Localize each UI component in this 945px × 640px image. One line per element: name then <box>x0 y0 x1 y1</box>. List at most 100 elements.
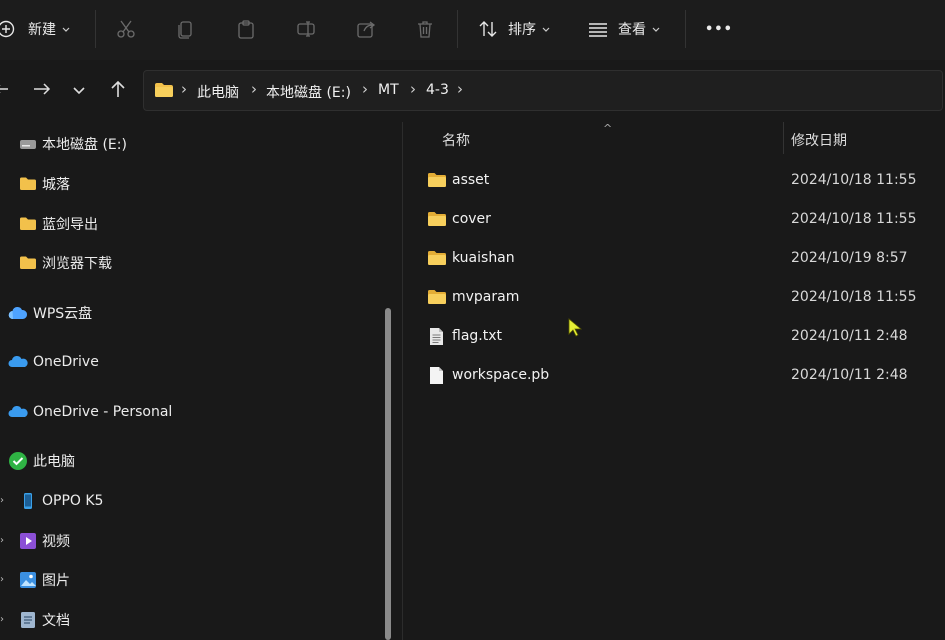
chevron-right-icon[interactable]: › <box>0 574 4 585</box>
file-date: 2024/10/19 8:57 <box>791 250 908 266</box>
sidebar-item-onedrive[interactable]: OneDrive <box>0 347 380 377</box>
sidebar-item-oppo-k5[interactable]: › OPPO K5 <box>0 486 380 516</box>
sidebar-item-chengluo[interactable]: 城落 <box>0 169 380 199</box>
file-row-flag-txt[interactable]: flag.txt 2024/10/11 2:48 <box>403 318 945 356</box>
scissors-icon <box>116 19 136 39</box>
video-icon <box>18 531 38 551</box>
more-options-button[interactable]: ••• <box>705 14 733 44</box>
rename-button[interactable] <box>296 14 316 44</box>
back-button[interactable] <box>0 78 14 104</box>
file-name: workspace.pb <box>452 367 550 383</box>
file-name: kuaishan <box>452 250 515 266</box>
arrow-up-icon <box>110 80 126 102</box>
column-header-name[interactable]: 名称 <box>442 130 470 150</box>
file-name: cover <box>452 211 491 227</box>
new-button[interactable]: 新建 <box>0 14 70 44</box>
sidebar-item-videos[interactable]: › 视频 <box>0 526 380 556</box>
view-button-label: 查看 <box>618 22 646 38</box>
address-bar[interactable]: › 此电脑 › 本地磁盘 (E:) › MT › 4-3 › <box>143 70 943 111</box>
chevron-right-icon[interactable]: › <box>0 495 4 506</box>
file-date: 2024/10/11 2:48 <box>791 367 908 383</box>
file-name: flag.txt <box>452 328 502 344</box>
chevron-down-icon <box>542 21 550 37</box>
sidebar-item-browser-downloads[interactable]: 浏览器下载 <box>0 248 380 278</box>
cloud-icon <box>8 303 28 323</box>
sort-arrows-icon <box>478 19 498 39</box>
sidebar-item-label: 此电脑 <box>33 454 75 470</box>
file-date: 2024/10/11 2:48 <box>791 328 908 344</box>
folder-icon <box>427 211 447 231</box>
sidebar-item-label: OneDrive - Personal <box>33 404 173 420</box>
delete-button[interactable] <box>415 14 435 44</box>
file-name: asset <box>452 172 490 188</box>
sidebar-item-onedrive-personal[interactable]: OneDrive - Personal <box>0 397 380 427</box>
sidebar-item-label: 蓝剑导出 <box>42 217 98 233</box>
recent-locations-button[interactable] <box>67 78 91 104</box>
breadcrumb-mt[interactable]: MT <box>378 82 399 98</box>
chevron-down-icon <box>62 21 70 37</box>
more-options-icon: ••• <box>705 21 733 37</box>
folder-icon <box>18 253 38 273</box>
sidebar-item-wps-cloud[interactable]: WPS云盘 <box>0 298 380 328</box>
breadcrumb-separator-icon: › <box>362 80 368 98</box>
sidebar-item-label: 视频 <box>42 534 70 550</box>
sidebar-item-label: 文档 <box>42 613 70 629</box>
sidebar-item-pictures[interactable]: › 图片 <box>0 565 380 595</box>
text-file-icon <box>429 327 444 350</box>
sidebar-item-label: 浏览器下载 <box>42 256 112 272</box>
file-row-workspace-pb[interactable]: workspace.pb 2024/10/11 2:48 <box>403 357 945 395</box>
file-list: ^ 名称 修改日期 asset 2024/10/18 11:55 cover 2… <box>403 122 945 640</box>
up-button[interactable] <box>106 78 130 104</box>
rename-icon <box>296 19 316 39</box>
sidebar-scrollbar[interactable] <box>385 308 391 640</box>
navigation-pane: 本地磁盘 (E:) 城落 蓝剑导出 浏览器下载 WPS云盘 OneDrive O… <box>0 122 398 640</box>
sort-button[interactable]: 排序 <box>478 14 550 44</box>
sort-ascending-icon: ^ <box>603 122 613 135</box>
onedrive-icon <box>8 352 28 372</box>
folder-icon <box>154 82 174 102</box>
new-button-label: 新建 <box>28 22 56 38</box>
toolbar-divider <box>95 10 96 48</box>
sidebar-item-documents[interactable]: › 文档 <box>0 605 380 635</box>
folder-icon <box>427 250 447 270</box>
column-divider[interactable] <box>783 122 784 154</box>
view-button[interactable]: 查看 <box>588 14 660 44</box>
chevron-right-icon[interactable]: › <box>0 535 4 546</box>
forward-button[interactable] <box>30 78 54 104</box>
sidebar-item-label: WPS云盘 <box>33 306 93 322</box>
arrow-left-icon <box>0 81 10 101</box>
file-row-asset[interactable]: asset 2024/10/18 11:55 <box>403 162 945 200</box>
breadcrumb-drive-e[interactable]: 本地磁盘 (E:) <box>266 82 351 102</box>
file-row-mvparam[interactable]: mvparam 2024/10/18 11:55 <box>403 279 945 317</box>
paste-button[interactable] <box>236 14 256 44</box>
sidebar-item-drive-e[interactable]: 本地磁盘 (E:) <box>0 129 380 159</box>
breadcrumb-separator-icon: › <box>457 80 463 98</box>
share-button[interactable] <box>356 14 376 44</box>
chevron-right-icon[interactable]: › <box>0 614 4 625</box>
sidebar-item-this-pc[interactable]: 此电脑 <box>0 446 380 476</box>
cut-button[interactable] <box>116 14 136 44</box>
folder-icon <box>18 174 38 194</box>
document-icon <box>18 610 38 630</box>
breadcrumb-separator-icon: › <box>181 80 187 98</box>
copy-icon <box>176 19 196 39</box>
file-date: 2024/10/18 11:55 <box>791 289 917 305</box>
copy-button[interactable] <box>176 14 196 44</box>
sidebar-item-lanjian-export[interactable]: 蓝剑导出 <box>0 209 380 239</box>
sidebar-item-label: OneDrive <box>33 354 99 370</box>
command-bar: 新建 排序 查看 ••• <box>0 0 945 61</box>
breadcrumb-this-pc[interactable]: 此电脑 <box>197 82 239 102</box>
breadcrumb-4-3[interactable]: 4-3 <box>426 82 449 98</box>
file-row-cover[interactable]: cover 2024/10/18 11:55 <box>403 201 945 239</box>
trash-icon <box>415 19 435 39</box>
arrow-right-icon <box>33 81 51 101</box>
file-name: mvparam <box>452 289 520 305</box>
sidebar-item-label: 城落 <box>42 177 70 193</box>
check-circle-icon <box>8 451 28 471</box>
chevron-down-icon <box>73 83 85 99</box>
file-row-kuaishan[interactable]: kuaishan 2024/10/19 8:57 <box>403 240 945 278</box>
picture-icon <box>18 570 38 590</box>
toolbar-divider <box>457 10 458 48</box>
breadcrumb-separator-icon: › <box>410 80 416 98</box>
column-header-date-modified[interactable]: 修改日期 <box>791 130 847 150</box>
